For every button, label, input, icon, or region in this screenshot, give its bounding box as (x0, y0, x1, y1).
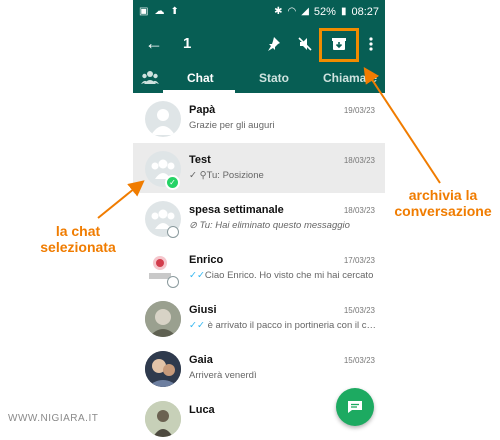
arrow-to-archive-button (363, 66, 441, 184)
annotation-selected-chat: la chat selezionata (40, 223, 116, 255)
watermark: WWW.NIGIARA.IT (8, 413, 99, 424)
arrow-to-selected-chat (97, 180, 145, 219)
annotation-arrows (97, 66, 441, 219)
annotation-archive: archivia la conversazione (394, 187, 492, 219)
